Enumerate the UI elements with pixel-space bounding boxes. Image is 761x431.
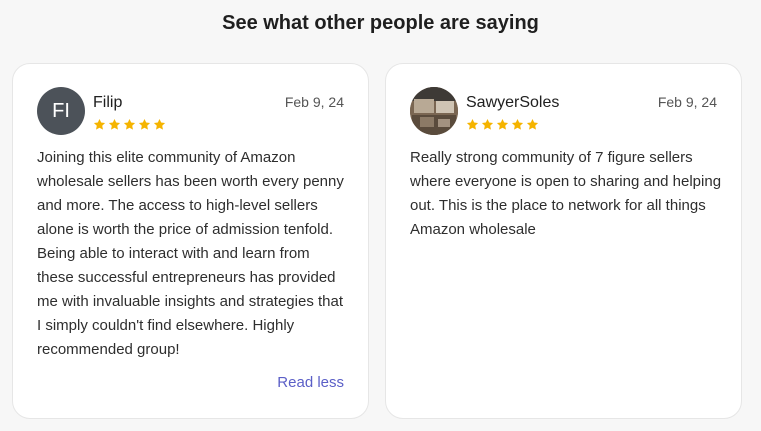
- star-icon: [108, 118, 121, 130]
- read-less-link[interactable]: Read less: [277, 374, 344, 391]
- reviews-section: See what other people are saying FI Fili…: [0, 0, 761, 431]
- avatar: [410, 87, 458, 135]
- star-icon: [526, 118, 539, 130]
- star-icon: [481, 118, 494, 130]
- review-text: Really strong community of 7 figure sell…: [410, 149, 722, 238]
- review-card: FI Filip Feb 9, 24 Joining this elite co…: [12, 63, 369, 419]
- star-icon: [466, 118, 479, 130]
- star-icon: [123, 118, 136, 130]
- avatar-initials: FI: [52, 99, 70, 122]
- review-text: Joining this elite community of Amazon w…: [37, 149, 344, 358]
- reviewer-name: SawyerSoles: [466, 94, 560, 111]
- star-icon: [138, 118, 151, 130]
- review-date: Feb 9, 24: [657, 94, 717, 110]
- star-icon: [511, 118, 524, 130]
- star-icon: [153, 118, 166, 130]
- avatar: FI: [37, 87, 85, 135]
- star-rating: [93, 118, 166, 131]
- reviewer-name: Filip: [93, 94, 123, 111]
- star-rating: [466, 118, 539, 131]
- star-icon: [93, 118, 106, 130]
- section-heading: See what other people are saying: [222, 12, 539, 34]
- review-date: Feb 9, 24: [284, 94, 344, 110]
- review-card: SawyerSoles Feb 9, 24 Really strong comm…: [385, 63, 742, 419]
- avatar-photo-image: [410, 87, 458, 135]
- star-icon: [496, 118, 509, 130]
